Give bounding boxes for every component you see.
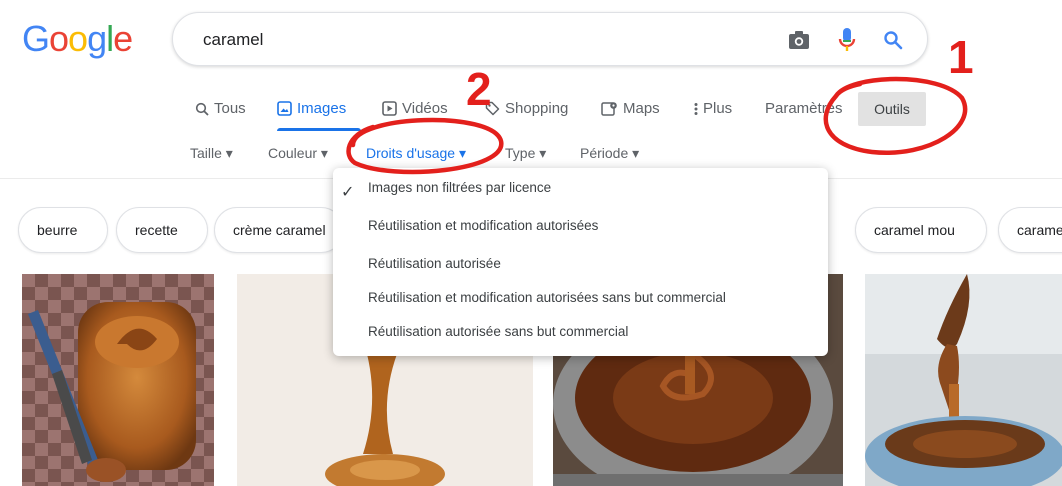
search-icon bbox=[195, 102, 209, 116]
chip-label: crème caramel bbox=[233, 222, 326, 238]
chip-creme-caramel[interactable]: crème caramel bbox=[214, 207, 344, 253]
dropdown-item-reuse[interactable]: Réutilisation autorisée bbox=[368, 256, 501, 271]
tab-maps-label: Maps bbox=[623, 100, 660, 117]
tab-plus-label: Plus bbox=[703, 100, 733, 117]
mic-icon[interactable] bbox=[833, 26, 861, 54]
search-input[interactable]: caramel bbox=[203, 30, 263, 50]
chip-label: caramel mou bbox=[874, 222, 955, 238]
image-result[interactable] bbox=[865, 274, 1062, 486]
map-icon bbox=[601, 102, 617, 116]
video-icon bbox=[382, 101, 397, 116]
tab-plus[interactable]: Plus bbox=[694, 100, 732, 117]
tab-videos[interactable]: Vidéos bbox=[382, 100, 448, 117]
image-icon bbox=[277, 101, 292, 116]
check-icon: ✓ bbox=[341, 184, 355, 201]
chip-recette[interactable]: recette bbox=[116, 207, 208, 253]
google-logo[interactable]: Google bbox=[22, 18, 133, 60]
tab-images[interactable]: Images bbox=[277, 100, 346, 117]
annotation-number-2: 2 bbox=[466, 63, 492, 115]
annotation-number-1: 1 bbox=[948, 31, 974, 83]
dropdown-item-reuse-modify-noncommercial[interactable]: Réutilisation et modification autorisées… bbox=[368, 290, 726, 305]
active-tab-indicator bbox=[277, 128, 361, 131]
chip-beurre[interactable]: beurre bbox=[18, 207, 108, 253]
tab-parametres-label: Paramètres bbox=[765, 100, 843, 117]
tab-parametres[interactable]: Paramètres bbox=[765, 100, 843, 117]
tab-maps[interactable]: Maps bbox=[601, 100, 660, 117]
tool-droits-usage[interactable]: Droits d'usage ▾ bbox=[366, 145, 466, 162]
search-box[interactable]: caramel bbox=[172, 12, 928, 66]
chip-label: beurre bbox=[37, 222, 78, 238]
search-icon[interactable] bbox=[879, 26, 907, 54]
chip-label: caramel bbox=[1017, 222, 1062, 238]
chip-caramel-mou[interactable]: caramel mou bbox=[855, 207, 987, 253]
image-result[interactable] bbox=[22, 274, 214, 486]
outils-button[interactable]: Outils bbox=[858, 92, 926, 126]
tool-couleur[interactable]: Couleur ▾ bbox=[268, 145, 328, 162]
dropdown-item-reuse-noncommercial[interactable]: Réutilisation autorisée sans but commerc… bbox=[368, 324, 628, 339]
tab-videos-label: Vidéos bbox=[402, 100, 448, 117]
more-vert-icon bbox=[694, 102, 698, 115]
tool-type[interactable]: Type ▾ bbox=[505, 145, 546, 162]
tab-tous-label: Tous bbox=[214, 100, 246, 117]
dropdown-item-reuse-modify[interactable]: Réutilisation et modification autorisées bbox=[368, 218, 598, 233]
tab-shopping[interactable]: Shopping bbox=[485, 100, 568, 117]
tool-taille[interactable]: Taille ▾ bbox=[190, 145, 233, 162]
tab-tous[interactable]: Tous bbox=[195, 100, 246, 117]
chip-label: recette bbox=[135, 222, 178, 238]
tab-shopping-label: Shopping bbox=[505, 100, 569, 117]
camera-icon[interactable] bbox=[785, 26, 813, 54]
tool-periode[interactable]: Période ▾ bbox=[580, 145, 639, 162]
tab-images-label: Images bbox=[297, 100, 347, 117]
dropdown-item-unfiltered[interactable]: Images non filtrées par licence bbox=[368, 180, 551, 195]
chip-caramel[interactable]: caramel bbox=[998, 207, 1062, 253]
usage-rights-dropdown: ✓ Images non filtrées par licence Réutil… bbox=[333, 168, 828, 356]
